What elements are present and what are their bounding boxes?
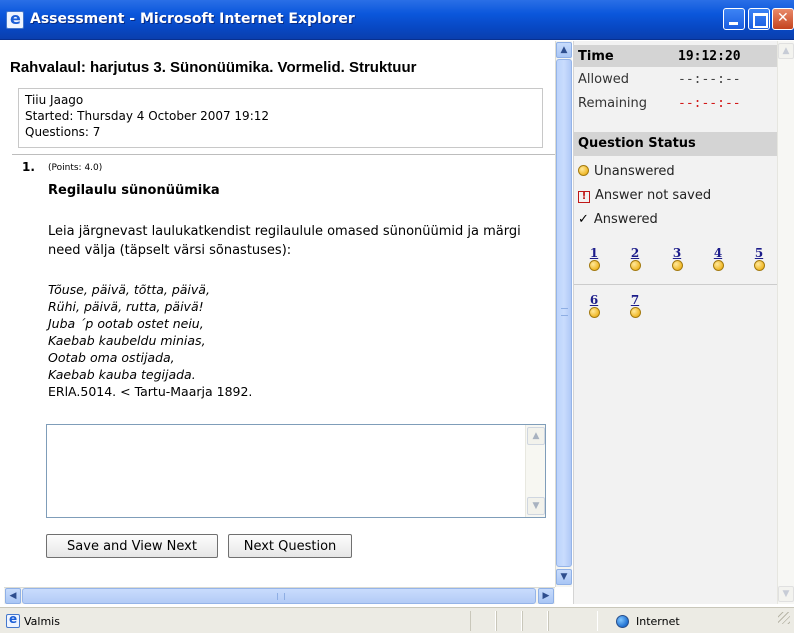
- poem-source: ERlA.5014. < Tartu-Maarja 1892.: [48, 384, 253, 399]
- question-text: Leia järgnevast laulukatkendist regilaul…: [48, 224, 521, 258]
- status-cell: [548, 611, 598, 631]
- allowed-value: --:--:--: [678, 72, 741, 87]
- check-icon: ✓: [578, 212, 589, 227]
- question-link-4[interactable]: 4: [710, 246, 726, 271]
- scroll-down-icon[interactable]: ▼: [778, 586, 794, 602]
- maximize-button[interactable]: [748, 8, 770, 30]
- unanswered-dot-icon: [588, 260, 600, 271]
- unanswered-dot-icon: [578, 165, 589, 176]
- poem-line: Tõuse, päivä, tõtta, päivä,: [48, 282, 210, 297]
- status-text: Valmis: [24, 615, 60, 628]
- status-bar: Valmis Internet: [0, 607, 794, 633]
- poem-line: Kaebab kauba tegijada.: [48, 367, 196, 382]
- allowed-label: Allowed: [578, 72, 629, 87]
- scroll-thumb[interactable]: [22, 588, 536, 604]
- window-vertical-scrollbar[interactable]: ▲ ▼: [777, 41, 794, 604]
- question-points: (Points: 4.0): [48, 163, 103, 173]
- question-frame: Rahvalaul: harjutus 3. Sünonüümika. Vorm…: [4, 41, 555, 586]
- assessment-title: Rahvalaul: harjutus 3. Sünonüümika. Vorm…: [10, 59, 417, 76]
- status-heading: Question Status: [578, 136, 696, 151]
- question-link-5[interactable]: 5: [751, 246, 767, 271]
- unanswered-dot-icon: [629, 307, 641, 318]
- resize-grip-icon[interactable]: [778, 612, 790, 624]
- scroll-up-icon[interactable]: ▲: [556, 42, 572, 58]
- scroll-right-icon[interactable]: ▶: [538, 588, 554, 604]
- status-panel: Time 19:12:20 Allowed --:--:-- Remaining…: [573, 41, 778, 604]
- status-header: Question Status: [574, 132, 778, 156]
- time-label: Time: [578, 49, 614, 64]
- question-link-number[interactable]: 4: [710, 246, 726, 260]
- grip-icon: [277, 593, 285, 600]
- scroll-up-icon[interactable]: ▲: [527, 427, 545, 445]
- legend-unanswered: Unanswered: [578, 164, 675, 179]
- zone-text: Internet: [636, 615, 680, 628]
- poem-excerpt: Tõuse, päivä, tõtta, päivä, Rühi, päivä,…: [48, 281, 252, 400]
- started-text: Started: Thursday 4 October 2007 19:12: [25, 109, 270, 123]
- internet-zone-icon: [616, 615, 629, 628]
- unanswered-dot-icon: [712, 260, 724, 271]
- page-icon: [6, 612, 20, 628]
- save-and-view-next-button[interactable]: Save and View Next: [46, 534, 218, 558]
- unanswered-dot-icon: [629, 260, 641, 271]
- poem-line: Ootab oma ostijada,: [48, 350, 175, 365]
- status-cell: [522, 611, 548, 631]
- unanswered-dot-icon: [671, 260, 683, 271]
- grip-icon: [561, 308, 568, 316]
- next-question-button[interactable]: Next Question: [228, 534, 352, 558]
- remaining-label: Remaining: [578, 96, 648, 111]
- question-link-number[interactable]: 5: [751, 246, 767, 260]
- question-link-number[interactable]: 3: [669, 246, 685, 260]
- content-vertical-scrollbar[interactable]: ▲ ▼: [555, 41, 572, 587]
- question-link-number[interactable]: 7: [627, 293, 643, 307]
- poem-line: Juba ´p ootab ostet neiu,: [48, 316, 204, 331]
- remaining-value: --:--:--: [678, 96, 741, 111]
- question-link-3[interactable]: 3: [669, 246, 685, 271]
- divider: [12, 154, 555, 155]
- legend-answered: ✓ Answered: [578, 212, 658, 227]
- question-link-number[interactable]: 6: [586, 293, 602, 307]
- question-link-number[interactable]: 2: [627, 246, 643, 260]
- question-title: Regilaulu sünonüümika: [48, 183, 220, 198]
- status-cell: [470, 611, 496, 631]
- poem-line: Kaebab kaubeldu minias,: [48, 333, 206, 348]
- question-number: 1.: [22, 160, 35, 174]
- content-horizontal-scrollbar[interactable]: ◀ ▶: [4, 587, 555, 604]
- question-link-7[interactable]: 7: [627, 293, 643, 318]
- scroll-up-icon[interactable]: ▲: [778, 43, 794, 59]
- status-cell: [496, 611, 522, 631]
- window-title-bar[interactable]: Assessment - Microsoft Internet Explorer: [0, 0, 794, 40]
- divider: [574, 284, 778, 285]
- scroll-thumb[interactable]: [556, 59, 572, 567]
- assessment-info: Tiiu Jaago Started: Thursday 4 October 2…: [18, 88, 543, 148]
- time-header: Time 19:12:20: [574, 45, 778, 67]
- question-link-6[interactable]: 6: [586, 293, 602, 318]
- scroll-down-icon[interactable]: ▼: [527, 497, 545, 515]
- unanswered-dot-icon: [753, 260, 765, 271]
- scroll-left-icon[interactable]: ◀: [5, 588, 21, 604]
- minimize-button[interactable]: [723, 8, 745, 30]
- ie-icon: [6, 9, 24, 29]
- questions-count: Questions: 7: [25, 125, 101, 139]
- poem-line: Rühi, päivä, rutta, päivä!: [48, 299, 204, 314]
- student-name: Tiiu Jaago: [25, 93, 84, 107]
- legend-not-saved: ! Answer not saved: [578, 188, 711, 203]
- scroll-down-icon[interactable]: ▼: [556, 569, 572, 585]
- warning-icon: !: [578, 191, 590, 203]
- clock-value: 19:12:20: [678, 49, 741, 64]
- answer-scrollbar[interactable]: ▲ ▼: [525, 425, 545, 517]
- window-title: Assessment - Microsoft Internet Explorer: [30, 11, 355, 27]
- question-link-2[interactable]: 2: [627, 246, 643, 271]
- unanswered-dot-icon: [588, 307, 600, 318]
- question-link-number[interactable]: 1: [586, 246, 602, 260]
- answer-textarea[interactable]: [46, 424, 546, 518]
- close-button[interactable]: [772, 8, 794, 30]
- question-link-1[interactable]: 1: [586, 246, 602, 271]
